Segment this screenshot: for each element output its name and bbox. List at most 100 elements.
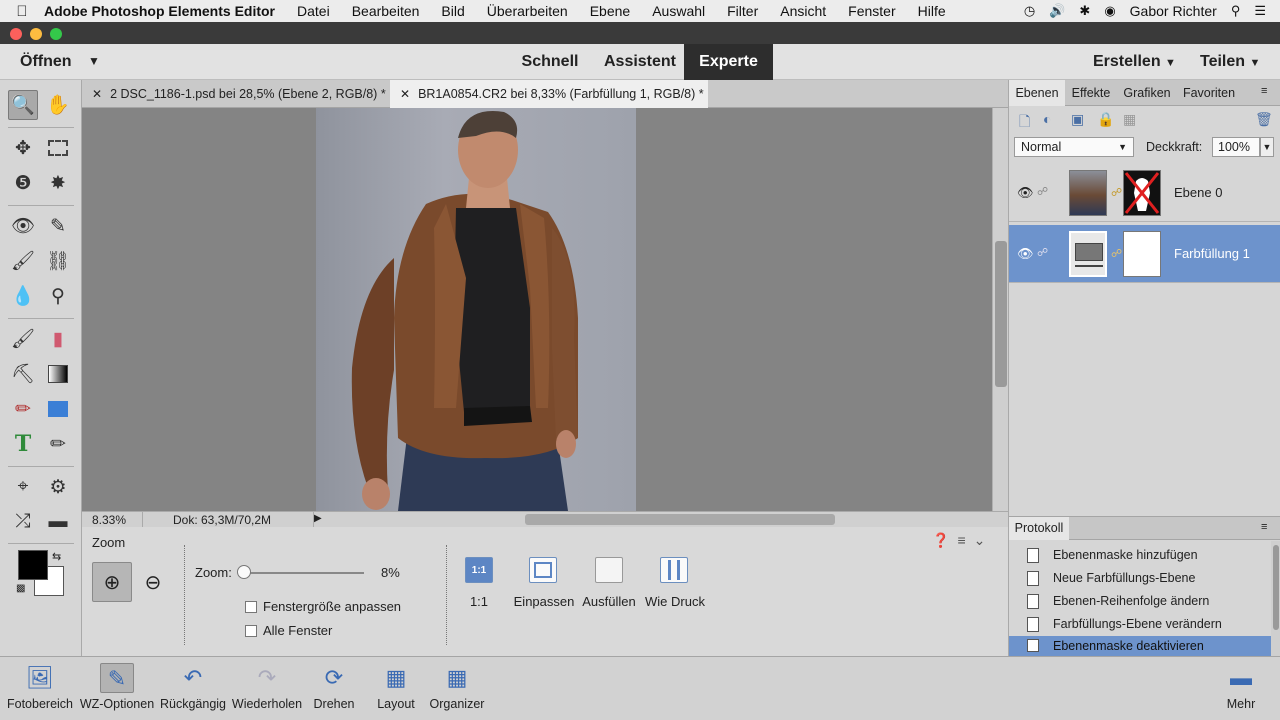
layer-name[interactable]: Ebene 0 [1174, 185, 1222, 200]
more-button[interactable]: ▬ Mehr [1214, 657, 1268, 720]
fit-window-label[interactable]: Fenstergröße anpassen [263, 599, 401, 614]
menu-bearbeiten[interactable]: Bearbeiten [352, 3, 420, 19]
rotate-button[interactable]: ⟳ Drehen [306, 657, 362, 720]
time-machine-icon[interactable]: ◷ [1024, 3, 1035, 19]
open-dropdown-caret-icon[interactable]: ▼ [88, 54, 100, 68]
smart-brush-tool-icon[interactable]: 🖌 [8, 246, 38, 276]
history-item-selected[interactable]: Ebenenmaske deaktivieren [1009, 636, 1271, 656]
menu-ueberarbeiten[interactable]: Überarbeiten [487, 3, 568, 19]
redo-button[interactable]: ↷ Wiederholen [230, 657, 304, 720]
straighten-tool-icon[interactable]: ▬ [43, 507, 73, 537]
status-zoom-value[interactable]: 8.33% [92, 513, 126, 527]
rect-marquee-tool-icon[interactable] [43, 133, 73, 163]
pencil-tool-icon[interactable]: ✏ [43, 429, 73, 459]
history-item[interactable]: Ebenen-Reihenfolge ändern [1009, 590, 1271, 613]
healing-brush-tool-icon[interactable]: ✎ [43, 211, 73, 241]
type-tool-icon[interactable]: T [8, 429, 38, 459]
wifi-icon[interactable]: ◉ [1104, 3, 1115, 19]
menu-hilfe[interactable]: Hilfe [918, 3, 946, 19]
canvas-vertical-scrollbar[interactable] [992, 108, 1008, 511]
foreground-color-swatch[interactable] [18, 550, 48, 580]
opacity-caret-icon[interactable]: ▼ [1260, 137, 1274, 157]
swap-colors-icon[interactable]: ⇆ [52, 550, 61, 563]
minimize-window-button[interactable] [30, 28, 42, 40]
gradient-tool-icon[interactable] [43, 359, 73, 389]
layer-mask-thumbnail[interactable] [1123, 231, 1161, 277]
help-icon[interactable]: ❓ [932, 532, 949, 549]
close-window-button[interactable] [10, 28, 22, 40]
undo-button[interactable]: ↶ Rückgängig [158, 657, 228, 720]
history-item[interactable]: Ebenenmaske hinzufügen [1009, 544, 1271, 567]
link-icon[interactable]: ☍ [1037, 185, 1048, 198]
zoom-tool-icon[interactable]: 🔍 [8, 90, 38, 120]
menu-fenster[interactable]: Fenster [848, 3, 895, 19]
mode-tab-experte[interactable]: Experte [684, 44, 773, 80]
lock-layer-icon[interactable]: 🔒 [1097, 111, 1114, 128]
lock-transparency-icon[interactable]: ▦ [1123, 111, 1136, 128]
adjustment-layer-icon[interactable]: ◐ [1043, 111, 1051, 127]
layer-mask-thumbnail[interactable] [1123, 170, 1161, 216]
recompose-tool-icon[interactable]: ⚙ [43, 472, 73, 502]
fill-screen-button[interactable] [595, 557, 623, 583]
mask-link-icon[interactable]: ☍ [1111, 247, 1122, 260]
menu-filter[interactable]: Filter [727, 3, 758, 19]
menu-auswahl[interactable]: Auswahl [652, 3, 705, 19]
shape-tool-icon[interactable] [43, 394, 73, 424]
history-scrollbar[interactable] [1271, 541, 1280, 656]
vertical-scroll-thumb[interactable] [995, 241, 1007, 387]
volume-icon[interactable]: 🔊 [1049, 3, 1065, 19]
brush-tool-icon[interactable]: 🖌 [8, 324, 38, 354]
document-tab-2[interactable]: ✕ BR1A0854.CR2 bei 8,33% (Farbfüllung 1, … [390, 80, 708, 108]
share-menu-button[interactable]: Teilen ▼ [1200, 53, 1260, 71]
default-colors-icon[interactable]: ▩ [16, 583, 25, 594]
canvas-area[interactable] [82, 108, 992, 511]
fit-screen-button[interactable] [529, 557, 557, 583]
panel-menu-icon[interactable]: ≡ [1261, 85, 1267, 97]
paint-bucket-tool-icon[interactable]: ⛏ [8, 359, 38, 389]
layer-row-farbfuellung-1[interactable]: 👁 ☍ ☍ Farbfüllung 1 [1009, 225, 1280, 283]
print-size-button[interactable] [660, 557, 688, 583]
content-aware-move-tool-icon[interactable]: ⤮ [8, 507, 38, 537]
user-name[interactable]: Gabor Richter [1130, 3, 1217, 19]
close-tab-icon[interactable]: ✕ [400, 87, 410, 101]
app-name-menu[interactable]: Adobe Photoshop Elements Editor [44, 3, 275, 19]
delete-layer-icon[interactable]: 🗑 [1255, 111, 1273, 128]
panel-tab-ebenen[interactable]: Ebenen [1009, 80, 1065, 106]
visibility-eye-icon[interactable]: 👁 [1017, 246, 1034, 262]
menu-datei[interactable]: Datei [297, 3, 330, 19]
add-mask-icon[interactable]: ▣ [1071, 111, 1084, 128]
all-windows-label[interactable]: Alle Fenster [263, 623, 332, 638]
zoom-1to1-button[interactable]: 1:1 [465, 557, 493, 583]
layer-thumbnail[interactable] [1069, 231, 1107, 277]
visibility-eye-icon[interactable]: 👁 [1017, 185, 1034, 201]
history-item[interactable]: Farbfüllungs-Ebene verändern [1009, 613, 1271, 636]
mask-link-icon[interactable]: ☍ [1111, 186, 1122, 199]
tool-options-button[interactable]: ✎ WZ-Optionen [78, 657, 156, 720]
status-menu-arrow-icon[interactable]: ▶ [314, 513, 322, 524]
panel-tab-grafiken[interactable]: Grafiken [1117, 80, 1177, 106]
layout-button[interactable]: ▦ Layout [368, 657, 424, 720]
create-menu-button[interactable]: Erstellen ▼ [1093, 53, 1176, 71]
fit-window-checkbox[interactable] [245, 601, 257, 613]
hand-tool-icon[interactable]: ✋ [43, 90, 73, 120]
zoom-out-icon[interactable]: ⊖ [133, 562, 173, 602]
notification-center-icon[interactable]: ☰ [1254, 3, 1266, 19]
zoom-slider-track[interactable] [242, 572, 364, 574]
blend-mode-select[interactable]: Normal ▼ [1014, 137, 1134, 157]
opacity-input[interactable]: 100% [1212, 137, 1260, 157]
organizer-button[interactable]: ▦ Organizer [426, 657, 488, 720]
zoom-window-button[interactable] [50, 28, 62, 40]
magic-wand-tool-icon[interactable]: ✸ [43, 168, 73, 198]
mode-tab-schnell[interactable]: Schnell [510, 44, 590, 80]
lasso-tool-icon[interactable]: ❺ [8, 168, 38, 198]
history-scroll-thumb[interactable] [1273, 545, 1279, 630]
new-layer-icon[interactable]: 🗋 [1019, 111, 1030, 135]
menu-bild[interactable]: Bild [441, 3, 464, 19]
photo-bin-button[interactable]: 🖼 Fotobereich [4, 657, 76, 720]
history-menu-icon[interactable]: ≡ [1261, 521, 1267, 533]
move-tool-icon[interactable]: ✥ [8, 133, 38, 163]
all-windows-checkbox[interactable] [245, 625, 257, 637]
link-icon[interactable]: ☍ [1037, 246, 1048, 259]
spotlight-search-icon[interactable]: ⚲ [1231, 3, 1241, 19]
crop-tool-icon[interactable]: ⌖ [8, 472, 38, 502]
